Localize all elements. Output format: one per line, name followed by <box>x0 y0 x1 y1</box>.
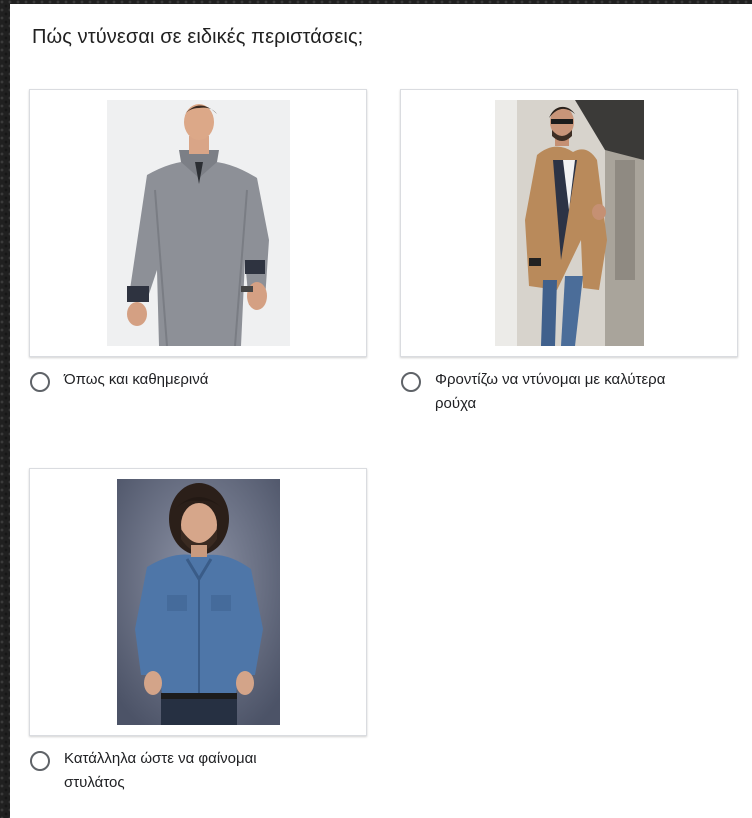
option-image-frame <box>29 89 367 357</box>
radio-button[interactable] <box>401 372 421 392</box>
man-camel-coat-photo <box>495 100 644 346</box>
choice-row[interactable]: Φροντίζω να ντύνομαι με καλύτερα ρούχα <box>401 371 738 416</box>
choice-label: Φροντίζω να ντύνομαι με καλύτερα ρούχα <box>435 371 666 412</box>
option-casual[interactable]: Όπως και καθημερινά <box>29 89 367 392</box>
form-card: Πώς ντύνεσαι σε ειδικές περιστάσεις; Όπω… <box>10 4 752 818</box>
radio-button[interactable] <box>30 372 50 392</box>
option-better-clothes[interactable]: Φροντίζω να ντύνομαι με καλύτερα ρούχα <box>400 89 738 416</box>
choice-label: Κατάλληλα ώστε να φαίνομαι στυλάτος <box>64 750 257 791</box>
choice-row[interactable]: Κατάλληλα ώστε να φαίνομαι στυλάτος <box>30 750 367 795</box>
question-title: Πώς ντύνεσαι σε ειδικές περιστάσεις; <box>32 26 364 48</box>
choice-label: Όπως και καθημερινά <box>64 371 209 388</box>
man-grey-sweater-photo <box>107 100 290 346</box>
radio-button[interactable] <box>30 751 50 771</box>
man-denim-shirt-photo <box>117 479 280 725</box>
option-image-frame <box>29 468 367 736</box>
option-stylish[interactable]: Κατάλληλα ώστε να φαίνομαι στυλάτος <box>29 468 367 795</box>
option-image-frame <box>400 89 738 357</box>
choice-row[interactable]: Όπως και καθημερινά <box>30 371 367 392</box>
